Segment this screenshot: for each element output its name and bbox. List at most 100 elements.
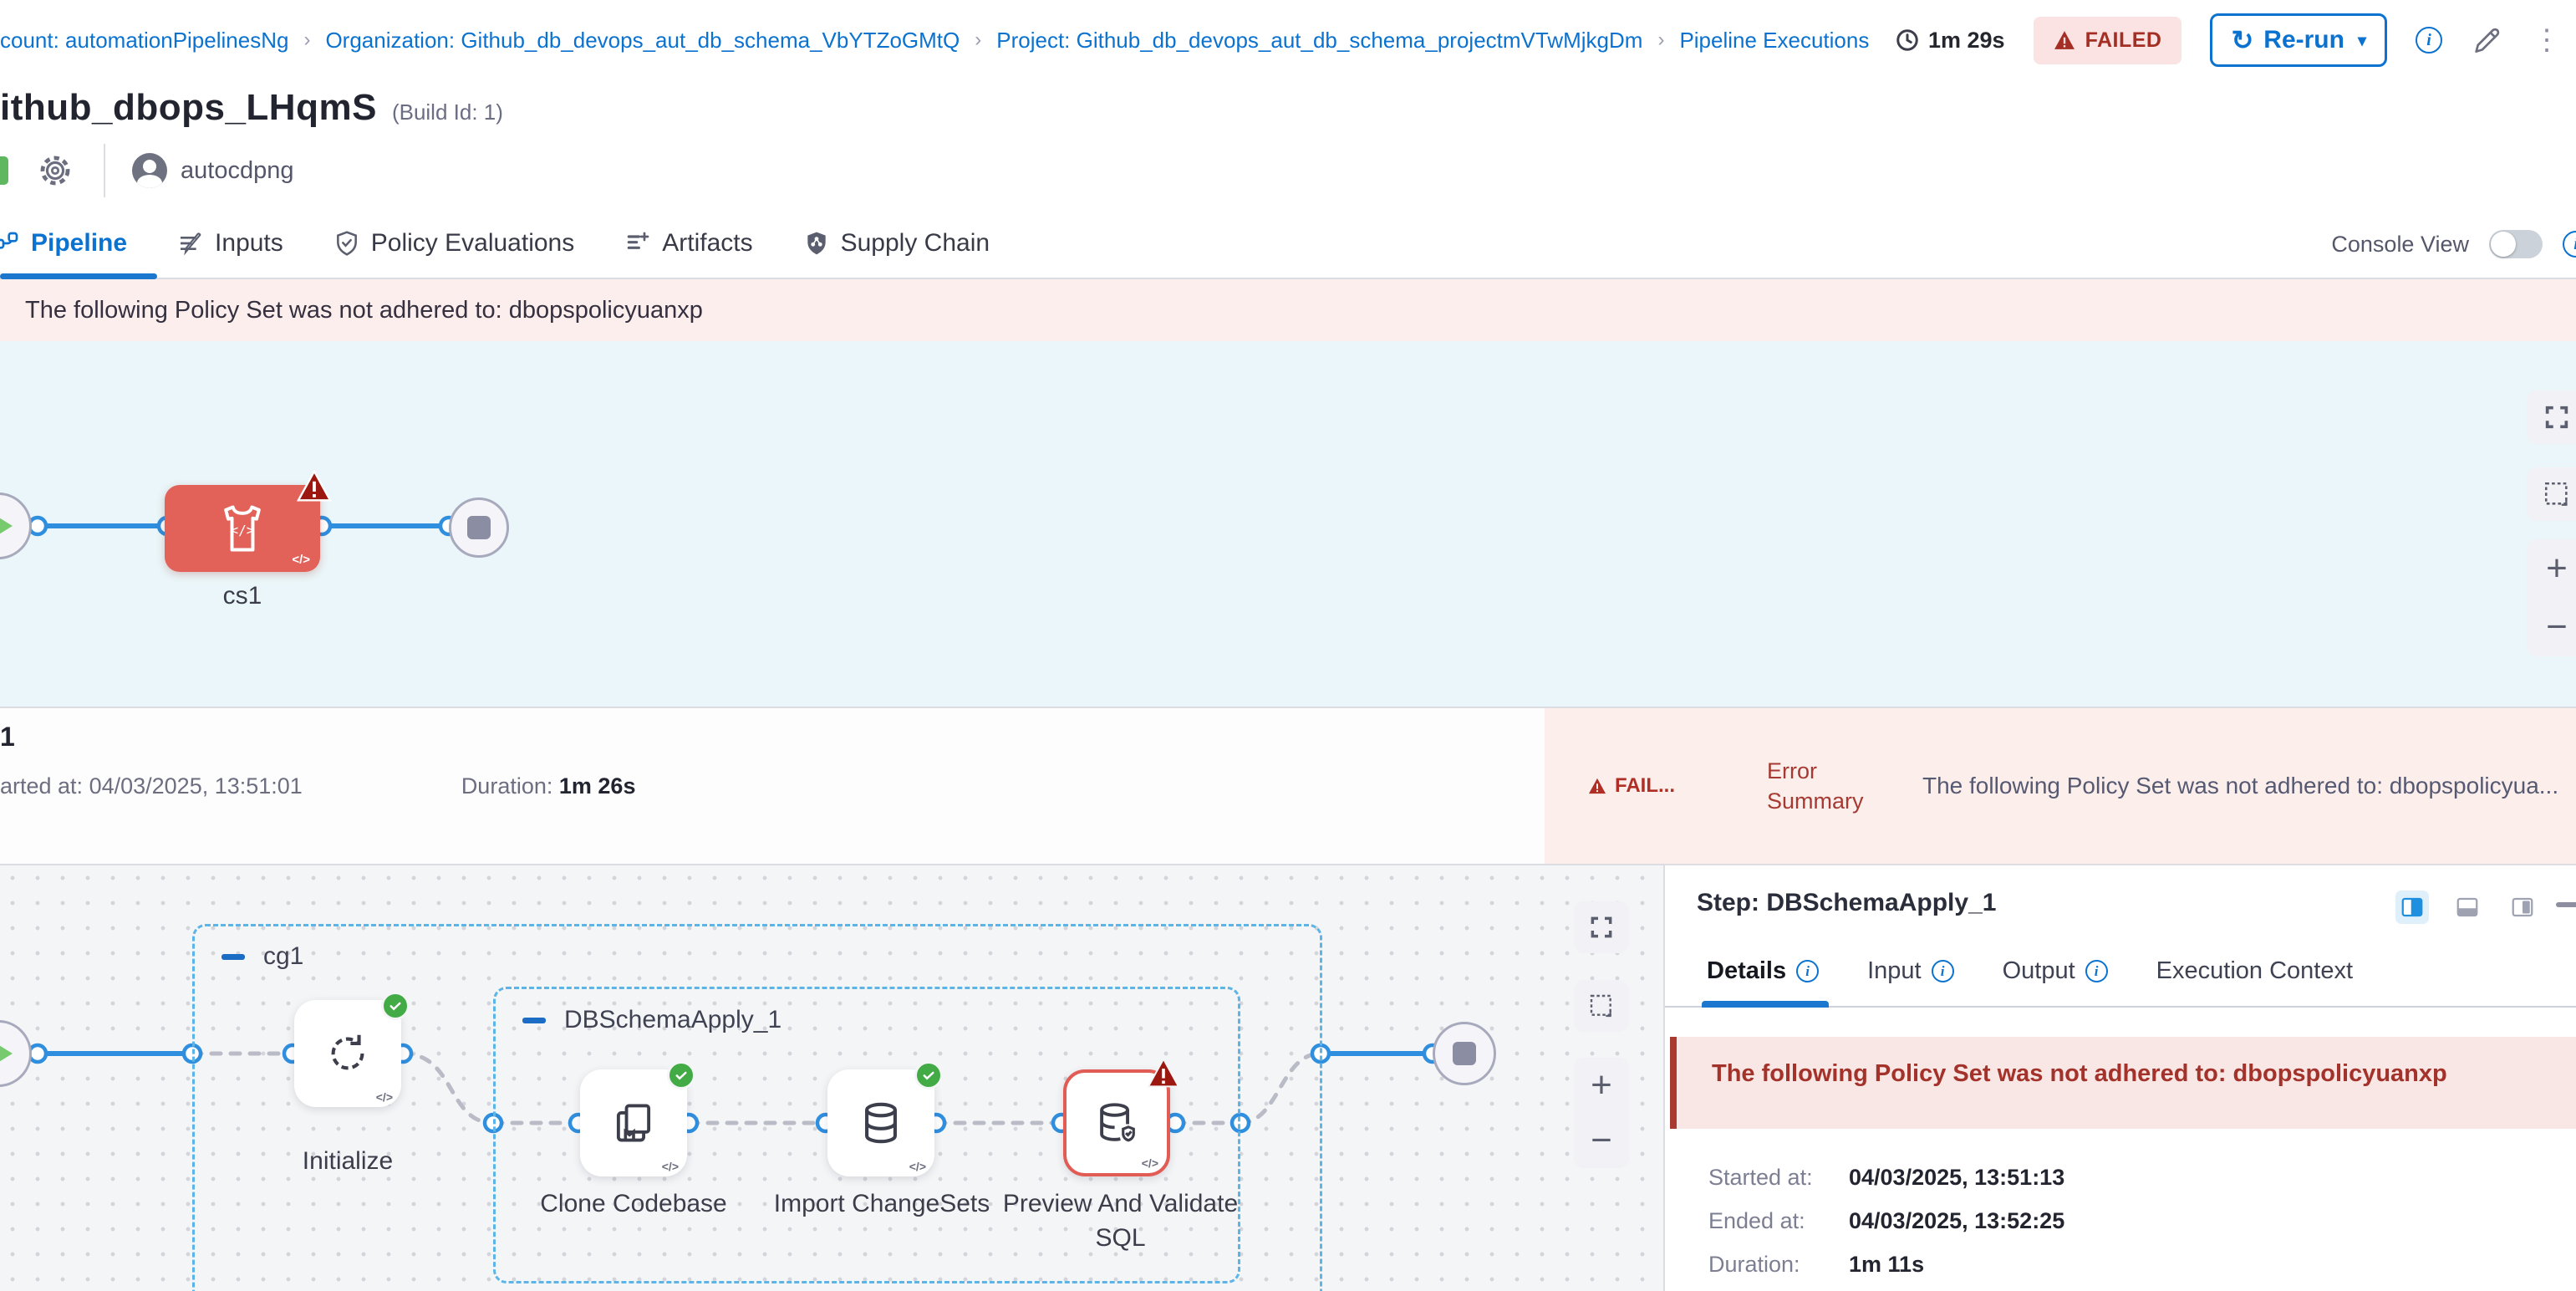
- play-icon: [0, 1040, 13, 1067]
- step-node-clone-codebase[interactable]: </>: [580, 1069, 687, 1176]
- execution-end-node: [1433, 1022, 1496, 1085]
- step-label: Initialize: [272, 1145, 423, 1179]
- meta-row: autocdpng: [0, 140, 293, 201]
- collapse-group-icon[interactable]: [221, 954, 245, 960]
- detail-row-ended: Ended at: 04/03/2025, 13:52:25: [1708, 1208, 2064, 1234]
- console-view-toggle[interactable]: [2489, 230, 2543, 258]
- tab-pipeline[interactable]: Pipeline: [0, 229, 127, 258]
- success-check-icon: [667, 1061, 695, 1089]
- marquee-select-icon: [1588, 992, 1615, 1019]
- stage-name-truncated: 1: [0, 722, 15, 753]
- pipeline-execution-page: count: automationPipelinesNg › Organizat…: [0, 0, 2576, 1291]
- tab-output[interactable]: Output i: [2003, 957, 2108, 985]
- active-tab-underline: [1702, 1001, 1829, 1008]
- console-view-label: Console View: [2331, 232, 2469, 258]
- build-id: (Build Id: 1): [392, 100, 503, 125]
- started-at-value: 04/03/2025, 13:51:01: [89, 773, 303, 799]
- info-icon[interactable]: i: [2563, 231, 2576, 258]
- expand-canvas-button[interactable]: [1574, 901, 1629, 953]
- collapse-group-icon[interactable]: [522, 1018, 546, 1023]
- stage-details-bar: 1 arted at: 04/03/2025, 13:51:01 Duratio…: [0, 707, 2576, 865]
- user-avatar-icon: [132, 153, 167, 188]
- tab-execution-context[interactable]: Execution Context: [2156, 957, 2353, 985]
- error-summary-message: The following Policy Set was not adhered…: [1922, 773, 2558, 799]
- group-label-cg1: cg1: [221, 942, 303, 971]
- pipeline-end-node: [449, 498, 509, 558]
- step-detail-rows: Started at: 04/03/2025, 13:51:13 Ended a…: [1708, 1165, 2064, 1278]
- clock-icon: [1895, 28, 1920, 53]
- split-view-icon[interactable]: [2395, 890, 2429, 924]
- step-label: Preview And Validate SQL: [1001, 1187, 1240, 1255]
- success-check-icon: [914, 1061, 943, 1089]
- breadcrumb-account[interactable]: count: automationPipelinesNg: [0, 28, 288, 54]
- pipeline-stage-canvas[interactable]: </> </> cs1: [0, 341, 2576, 707]
- status-tag: [0, 156, 8, 185]
- tab-details[interactable]: Details i: [1707, 957, 1819, 985]
- zoom-out-button[interactable]: −: [1591, 1122, 1612, 1159]
- initialize-refresh-icon: [323, 1029, 372, 1078]
- status-badge: FAILED: [2034, 17, 2182, 64]
- stage-connectors: [0, 341, 2576, 707]
- step-error-message-box: The following Policy Set was not adhered…: [1670, 1037, 2576, 1129]
- zoom-controls: + −: [1574, 1058, 1629, 1168]
- collapse-panel-icon[interactable]: [2556, 902, 2576, 907]
- group-label-dbschemaapply: DBSchemaApply_1: [522, 1006, 781, 1034]
- expand-canvas-button[interactable]: [2527, 390, 2576, 444]
- breadcrumb-project[interactable]: Project: Github_db_devops_aut_db_schema_…: [996, 28, 1642, 54]
- stage-node-cs1[interactable]: </> </>: [165, 485, 320, 572]
- inputs-icon: [177, 230, 204, 257]
- breadcrumb-pipeline-executions[interactable]: Pipeline Executions: [1679, 28, 1869, 54]
- breadcrumb-separator: ›: [975, 28, 981, 52]
- step-node-preview-validate-sql[interactable]: </>: [1063, 1069, 1170, 1176]
- gear-icon[interactable]: [37, 152, 74, 189]
- tab-supply-chain[interactable]: Supply Chain: [803, 229, 990, 258]
- step-details-panel: Step: DBSchemaApply_1: [1663, 865, 2576, 1291]
- fullscreen-icon: [1588, 914, 1615, 941]
- breadcrumb-organization[interactable]: Organization: Github_db_devops_aut_db_sc…: [325, 28, 960, 54]
- bottom-view-icon[interactable]: [2451, 890, 2484, 924]
- marquee-select-button[interactable]: [1574, 980, 1629, 1032]
- rerun-button[interactable]: ↻ Re-run ▾: [2210, 13, 2387, 67]
- database-icon: [857, 1099, 905, 1147]
- detail-row-started: Started at: 04/03/2025, 13:51:13: [1708, 1165, 2064, 1191]
- stop-icon: [467, 516, 491, 539]
- tab-policy-evaluations[interactable]: Policy Evaluations: [333, 229, 574, 258]
- duration-label: Duration:: [461, 773, 553, 799]
- zoom-in-button[interactable]: +: [1591, 1067, 1612, 1104]
- detail-label: Ended at:: [1708, 1208, 1819, 1234]
- tab-artifacts[interactable]: Artifacts: [624, 229, 752, 258]
- step-node-import-changesets[interactable]: </>: [827, 1069, 934, 1176]
- detail-value: 04/03/2025, 13:52:25: [1849, 1208, 2064, 1234]
- right-view-icon[interactable]: [2506, 890, 2539, 924]
- marquee-select-button[interactable]: [2527, 467, 2576, 521]
- page-title: ithub_dbops_LHqmS: [0, 87, 377, 129]
- info-icon: i: [2085, 960, 2108, 982]
- rerun-icon: ↻: [2231, 24, 2253, 56]
- duration-value: 1m 26s: [559, 773, 636, 799]
- code-glyph: </>: [662, 1160, 679, 1173]
- supply-chain-shield-icon: [803, 230, 830, 257]
- tab-input[interactable]: Input i: [1867, 957, 1954, 985]
- title-section: ithub_dbops_LHqmS (Build Id: 1) autocdpn…: [0, 80, 2576, 209]
- execution-graph-canvas[interactable]: cg1 DBSchemaApply_1 </>: [0, 865, 1663, 1291]
- custom-stage-icon: </>: [214, 500, 271, 557]
- kebab-menu-icon[interactable]: ⋮: [2533, 26, 2561, 54]
- tab-inputs[interactable]: Inputs: [177, 229, 283, 258]
- play-icon: [0, 513, 13, 539]
- code-glyph: </>: [292, 553, 310, 567]
- shield-check-icon: [333, 230, 360, 257]
- info-icon[interactable]: i: [2416, 27, 2442, 54]
- code-glyph: </>: [909, 1160, 926, 1173]
- active-tab-underline: [0, 273, 157, 279]
- stage-label: cs1: [176, 582, 309, 610]
- elapsed-time: 1m 29s: [1895, 28, 2005, 54]
- step-label: Clone Codebase: [525, 1187, 742, 1222]
- code-glyph: </>: [1142, 1156, 1158, 1170]
- database-check-icon: [1092, 1099, 1141, 1147]
- policy-violation-banner: The following Policy Set was not adhered…: [0, 279, 2576, 341]
- edit-pencil-icon[interactable]: [2471, 23, 2504, 57]
- step-panel-title: Step: DBSchemaApply_1: [1697, 889, 1996, 917]
- zoom-in-button[interactable]: +: [2546, 550, 2568, 587]
- step-node-initialize[interactable]: </>: [294, 1000, 401, 1107]
- zoom-out-button[interactable]: −: [2546, 609, 2568, 646]
